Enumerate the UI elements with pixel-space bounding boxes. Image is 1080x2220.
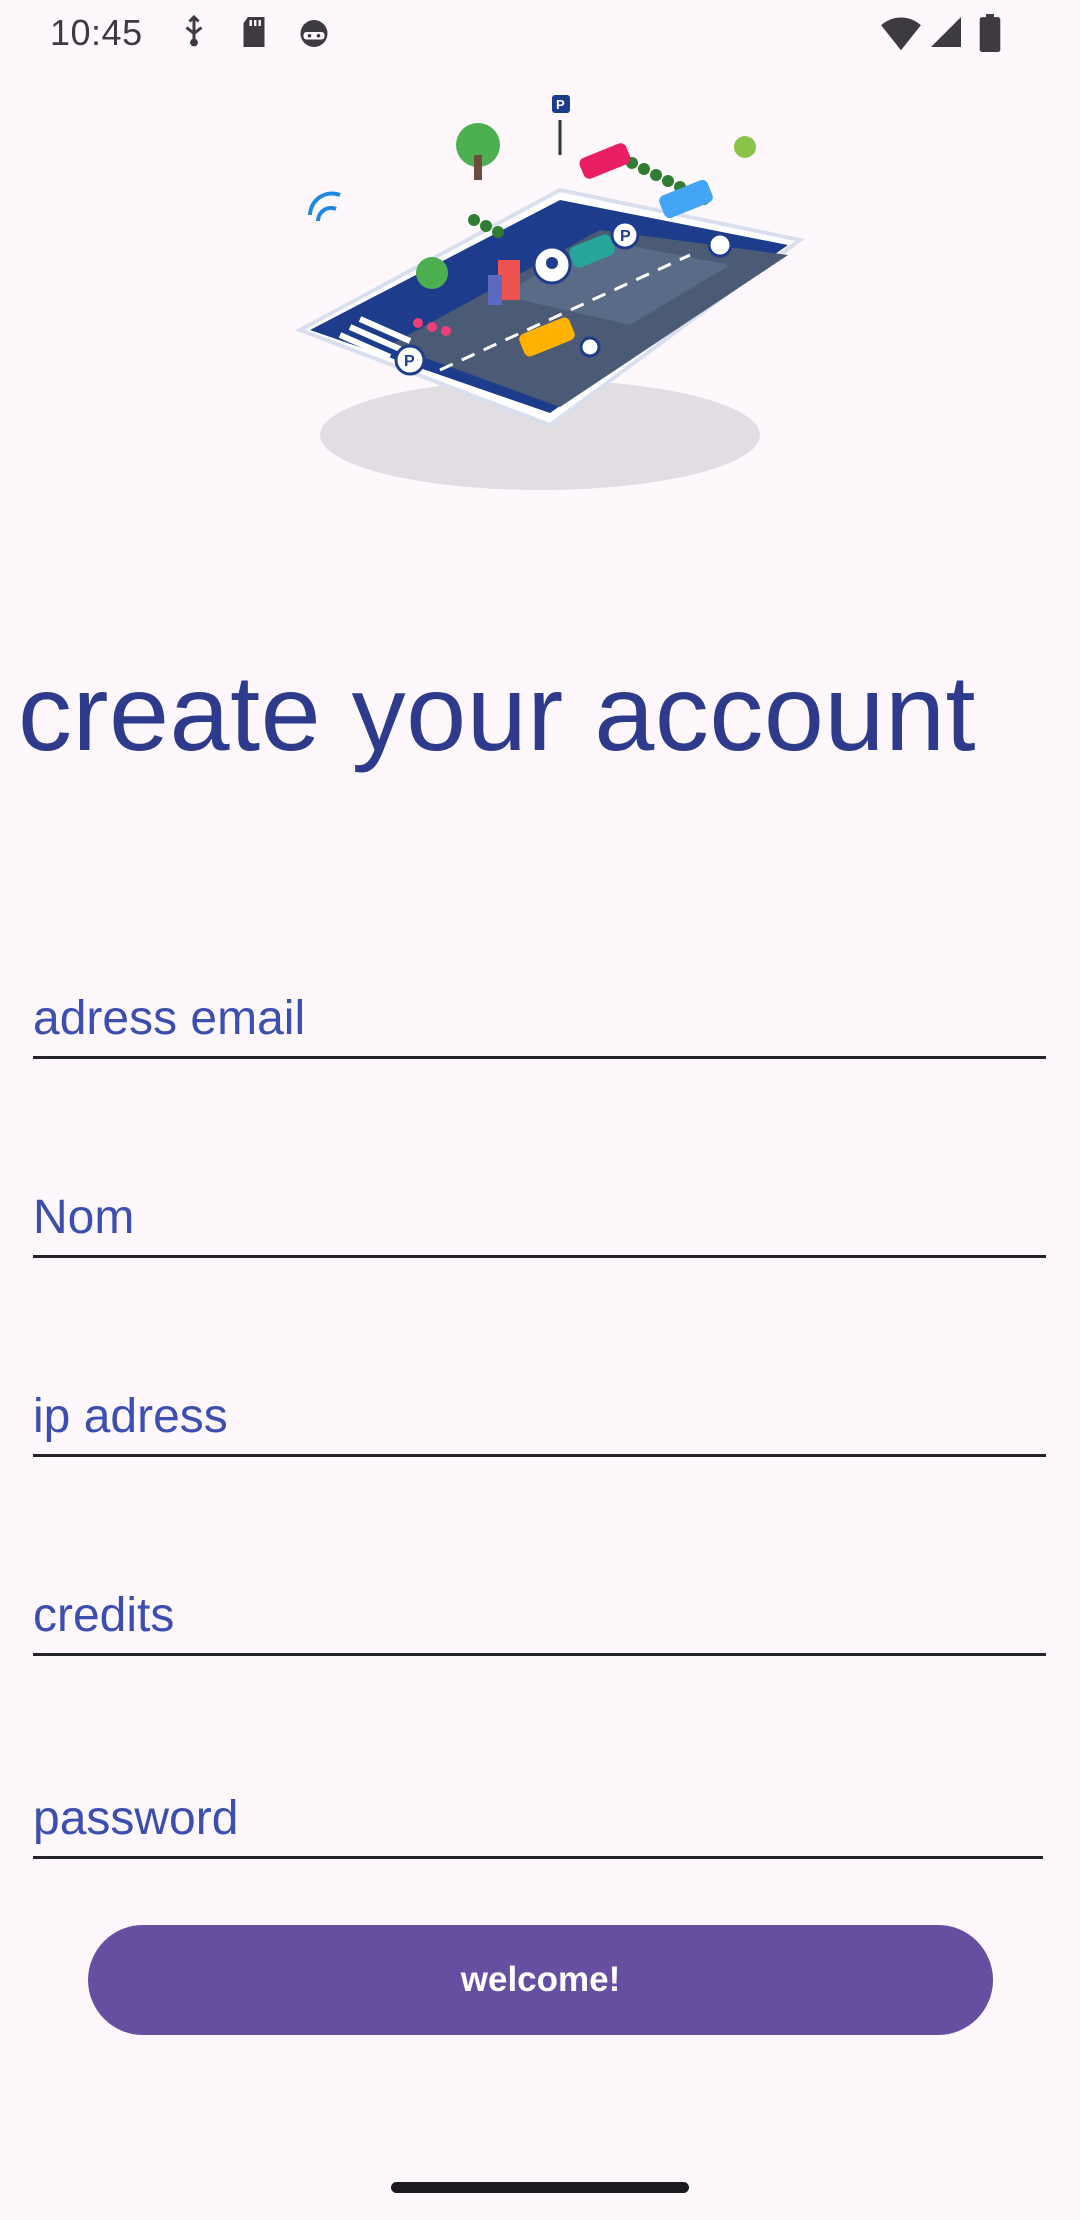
email-input[interactable] [33,991,1046,1046]
cell-signal-icon [931,17,961,47]
ip-field[interactable] [33,1374,1046,1457]
password-field[interactable] [33,1776,1043,1859]
page-title: create your account [18,652,977,773]
password-input[interactable] [33,1791,1043,1846]
gesture-nav-handle[interactable] [391,2182,689,2193]
android-head-icon [300,20,328,47]
credits-input[interactable] [33,1588,1046,1643]
credits-field[interactable] [33,1573,1046,1656]
welcome-button[interactable]: welcome! [88,1925,993,2035]
email-field[interactable] [33,976,1046,1059]
sd-card-icon [243,17,265,47]
wifi-icon [881,17,921,51]
smart-parking-illustration: P P P [260,95,820,515]
name-input[interactable] [33,1190,1046,1245]
battery-icon [979,14,1001,52]
svg-text:P: P [404,353,415,370]
status-bar: 10:45 [0,0,1080,66]
status-time: 10:45 [50,12,143,53]
ip-input[interactable] [33,1389,1046,1444]
usb-debug-icon [185,14,203,47]
name-field[interactable] [33,1175,1046,1258]
svg-text:P: P [556,97,565,112]
svg-text:P: P [620,228,631,245]
